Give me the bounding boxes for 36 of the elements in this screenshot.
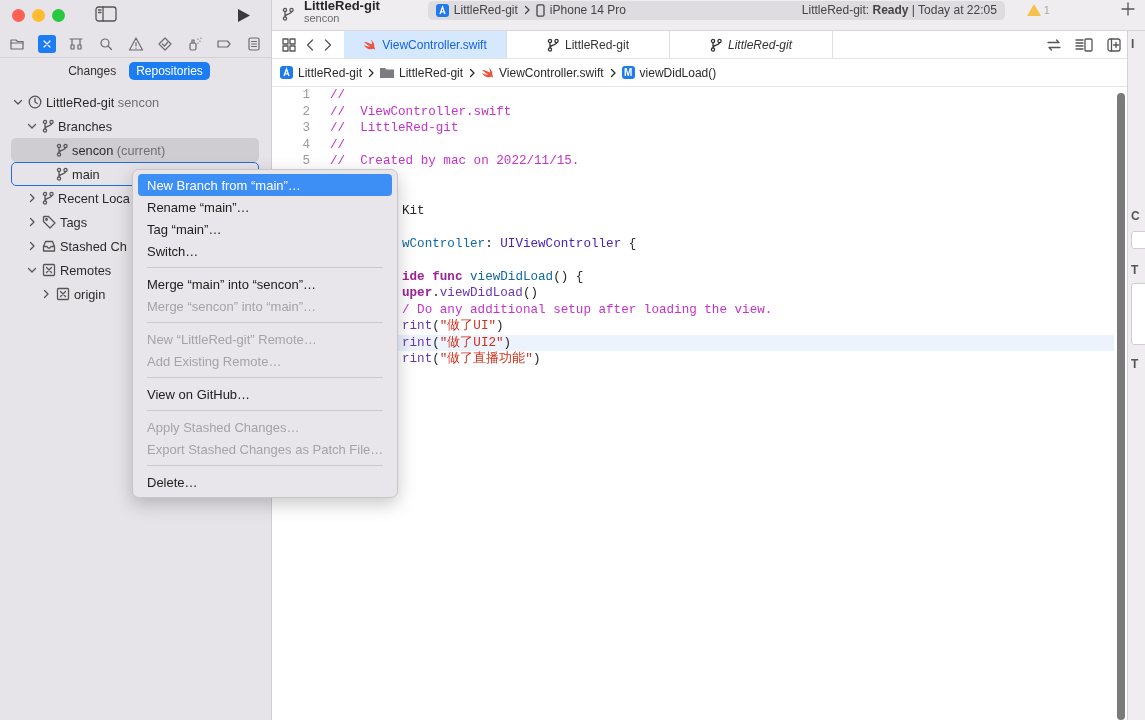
code-line: uper.viewDidLoad() bbox=[401, 285, 539, 302]
build-status: LittleRed-git: Ready | Today at 22:05 bbox=[801, 3, 997, 17]
line-number: 5 bbox=[301, 153, 311, 170]
tree-label: Branches bbox=[58, 118, 113, 134]
code-line: ide func viewDidLoad() { bbox=[401, 268, 584, 285]
code-line: // bbox=[330, 87, 346, 104]
scheme-name: LittleRed-git bbox=[453, 3, 518, 17]
code-line: rint("做了UI") bbox=[401, 318, 504, 335]
code-line: // LittleRed-git bbox=[330, 120, 459, 137]
project-name: LittleRed-git bbox=[304, 0, 380, 12]
device-name: iPhone 14 Pro bbox=[549, 3, 626, 17]
inspector-label: C bbox=[1131, 209, 1141, 223]
code-line: rint("做了直播功能") bbox=[401, 351, 541, 368]
tree-label: sencon (current) bbox=[72, 142, 166, 158]
code-line: // Created by mac on 2022/11/15. bbox=[330, 153, 580, 170]
code-line: // bbox=[330, 136, 346, 153]
code-line: wController: UIViewController { bbox=[401, 235, 637, 252]
inspector-label: T bbox=[1131, 357, 1140, 371]
code-line: / Do any additional setup after loading the view. bbox=[401, 301, 773, 318]
inspector-label: I bbox=[1131, 37, 1136, 51]
inspector-label: T bbox=[1131, 263, 1140, 277]
line-number: 2 bbox=[301, 103, 311, 120]
line-number: 1 bbox=[301, 87, 311, 104]
code-line: // ViewController.swift bbox=[330, 103, 512, 120]
tree-label: main bbox=[72, 166, 100, 182]
code-line: rint("做了UI2") bbox=[401, 334, 512, 351]
tree-label: Recent Loca bbox=[58, 190, 130, 206]
tree-label: Remotes bbox=[60, 262, 112, 278]
branch-name: sencon bbox=[304, 12, 340, 25]
line-number: 4 bbox=[301, 136, 311, 153]
code-line: Kit bbox=[401, 202, 425, 219]
tree-label: LittleRed-git sencon bbox=[46, 94, 160, 110]
tree-label: origin bbox=[74, 286, 106, 302]
tree-label: Stashed Ch bbox=[60, 238, 127, 254]
line-number: 3 bbox=[301, 120, 311, 137]
tree-label: Tags bbox=[60, 214, 88, 230]
